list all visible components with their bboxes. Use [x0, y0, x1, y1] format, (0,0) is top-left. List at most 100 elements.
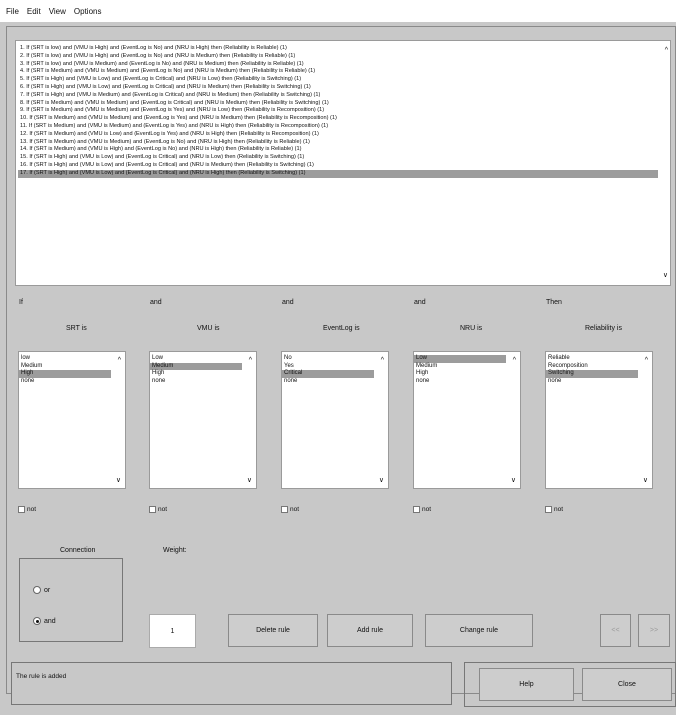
list-option[interactable]: low [19, 355, 111, 363]
help-button[interactable]: Help [479, 668, 574, 701]
change-rule-button[interactable]: Change rule [425, 614, 533, 647]
connection-title: Connection [57, 547, 99, 554]
not-label: not [158, 506, 168, 513]
rule-item[interactable]: 7. If (SRT is High) and (VMU is Medium) … [18, 92, 658, 100]
checkbox-icon[interactable] [413, 506, 420, 513]
list-option[interactable]: Medium [150, 362, 242, 371]
rules-listbox[interactable]: 1. If (SRT is low) and (VMU is High) and… [15, 40, 671, 286]
rule-item[interactable]: 10. If (SRT is Medium) and (VMU is Mediu… [18, 115, 658, 123]
close-button[interactable]: Close [582, 668, 672, 701]
checkbox-icon[interactable] [545, 506, 552, 513]
not-label: not [27, 506, 37, 513]
list-option[interactable]: Switching [546, 370, 638, 378]
list-option[interactable]: High [150, 370, 242, 378]
eventlog-listbox[interactable]: No Yes Critical none ^ ∨ [281, 351, 389, 489]
scroll-up-icon[interactable]: ^ [513, 357, 516, 364]
scroll-up-icon[interactable]: ^ [381, 357, 384, 364]
list-option[interactable]: none [546, 378, 638, 386]
eventlog-not-checkbox[interactable]: not [281, 506, 299, 513]
scroll-down-icon[interactable]: ∨ [511, 476, 516, 484]
rule-item[interactable]: 8. If (SRT is Medium) and (VMU is Medium… [18, 100, 658, 108]
nru-title: NRU is [460, 325, 483, 332]
srt-listbox[interactable]: low Medium High none ^ ∨ [18, 351, 126, 489]
eventlog-title: EventLog is [323, 325, 360, 332]
list-option[interactable]: none [282, 378, 374, 386]
and-label-1: and [150, 299, 162, 306]
rule-item[interactable]: 16. If (SRT is High) and (VMU is Low) an… [18, 162, 658, 170]
rule-item[interactable]: 9. If (SRT is Medium) and (VMU is Medium… [18, 107, 658, 115]
list-option[interactable]: Recomposition [546, 363, 638, 371]
vmu-title: VMU is [197, 325, 220, 332]
scroll-down-icon[interactable]: ∨ [116, 476, 121, 484]
list-option[interactable]: No [282, 355, 374, 363]
list-option[interactable]: Critical [282, 370, 374, 378]
scroll-down-icon[interactable]: ∨ [247, 476, 252, 484]
rule-item[interactable]: 2. If (SRT is low) and (VMU is High) and… [18, 53, 658, 61]
menu-bar: File Edit View Options [0, 0, 676, 22]
menu-file[interactable]: File [6, 7, 19, 16]
list-option[interactable]: none [150, 378, 242, 386]
menu-options[interactable]: Options [74, 7, 102, 16]
then-label: Then [546, 299, 562, 306]
weight-input[interactable]: 1 [149, 614, 196, 648]
scroll-up-icon[interactable]: ^ [645, 357, 648, 364]
and-label: and [44, 617, 56, 625]
not-label: not [422, 506, 432, 513]
scroll-down-icon[interactable]: ∨ [663, 271, 668, 279]
rule-item[interactable]: 1. If (SRT is low) and (VMU is High) and… [18, 45, 658, 53]
and-radio[interactable]: and [33, 617, 56, 625]
checkbox-icon[interactable] [18, 506, 25, 513]
not-label: not [290, 506, 300, 513]
rule-item[interactable]: 17. If (SRT is High) and (VMU is Low) an… [18, 169, 658, 178]
list-option[interactable]: Low [414, 355, 506, 363]
rule-item[interactable]: 11. If (SRT is Medium) and (VMU is Mediu… [18, 123, 658, 131]
rule-item[interactable]: 3. If (SRT is low) and (VMU is Medium) a… [18, 61, 658, 69]
srt-title: SRT is [66, 325, 87, 332]
list-option[interactable]: Medium [19, 363, 111, 371]
delete-rule-button[interactable]: Delete rule [228, 614, 318, 647]
checkbox-icon[interactable] [149, 506, 156, 513]
prev-button[interactable]: << [600, 614, 631, 647]
list-option[interactable]: High [19, 370, 111, 378]
list-option[interactable]: Medium [414, 363, 506, 371]
nru-listbox[interactable]: Low Medium High none ^ ∨ [413, 351, 521, 489]
list-option[interactable]: Reliable [546, 355, 638, 363]
radio-icon[interactable] [33, 586, 41, 594]
radio-selected-icon[interactable] [33, 617, 41, 625]
nru-not-checkbox[interactable]: not [413, 506, 431, 513]
list-option[interactable]: Yes [282, 363, 374, 371]
if-label: If [19, 299, 23, 306]
vmu-listbox[interactable]: Low Medium High none ^ ∨ [149, 351, 257, 489]
rule-item[interactable]: 13. If (SRT is Medium) and (VMU is Mediu… [18, 139, 658, 147]
not-label: not [554, 506, 564, 513]
scroll-up-icon[interactable]: ^ [249, 357, 252, 364]
add-rule-button[interactable]: Add rule [327, 614, 413, 647]
reliability-listbox[interactable]: Reliable Recomposition Switching none ^ ∨ [545, 351, 653, 489]
menu-view[interactable]: View [49, 7, 66, 16]
rule-item[interactable]: 5. If (SRT is High) and (VMU is Low) and… [18, 76, 658, 84]
rule-item[interactable]: 6. If (SRT is High) and (VMU is Low) and… [18, 84, 658, 92]
scroll-down-icon[interactable]: ∨ [379, 476, 384, 484]
reliability-not-checkbox[interactable]: not [545, 506, 563, 513]
menu-edit[interactable]: Edit [27, 7, 41, 16]
or-label: or [44, 586, 51, 594]
vmu-not-checkbox[interactable]: not [149, 506, 167, 513]
checkbox-icon[interactable] [281, 506, 288, 513]
rule-item[interactable]: 15. If (SRT is High) and (VMU is Low) an… [18, 154, 658, 162]
rules-list: 1. If (SRT is low) and (VMU is High) and… [18, 45, 658, 178]
next-button[interactable]: >> [638, 614, 670, 647]
rule-item[interactable]: 4. If (SRT is Medium) and (VMU is Medium… [18, 68, 658, 76]
list-option[interactable]: none [19, 378, 111, 386]
rule-item[interactable]: 14. If (SRT is Medium) and (VMU is High)… [18, 146, 658, 154]
scroll-up-icon[interactable]: ^ [665, 47, 668, 54]
rule-item[interactable]: 12. If (SRT is Medium) and (VMU is Low) … [18, 131, 658, 139]
list-option[interactable]: none [414, 378, 506, 386]
list-option[interactable]: High [414, 370, 506, 378]
list-option[interactable]: Low [150, 355, 242, 363]
scroll-up-icon[interactable]: ^ [118, 357, 121, 364]
status-box: The rule is added [11, 662, 452, 705]
or-radio[interactable]: or [33, 586, 50, 594]
scroll-down-icon[interactable]: ∨ [643, 476, 648, 484]
srt-not-checkbox[interactable]: not [18, 506, 36, 513]
status-text: The rule is added [16, 673, 67, 680]
